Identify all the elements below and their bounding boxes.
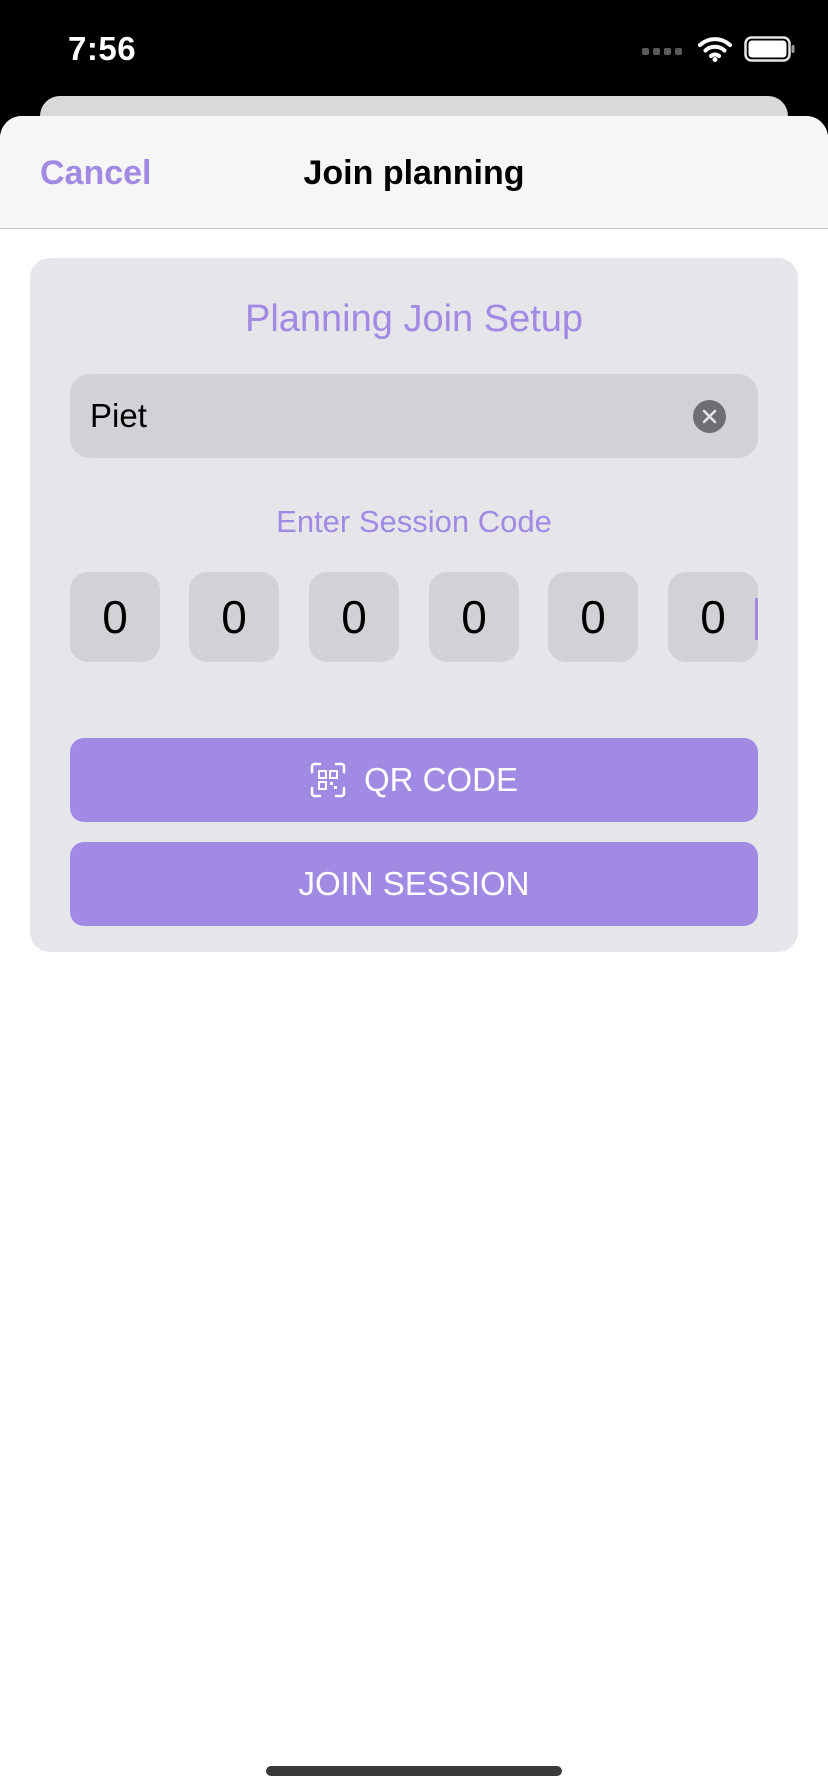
qr-code-button-label: QR CODE — [363, 761, 518, 798]
card-title: Planning Join Setup — [244, 298, 584, 340]
text-cursor — [755, 598, 758, 640]
home-indicator[interactable] — [266, 1766, 562, 1776]
session-code-label: Enter Session Code — [276, 504, 552, 539]
code-digit-1[interactable] — [70, 572, 160, 662]
code-digit-3[interactable] — [309, 572, 399, 662]
name-input[interactable] — [90, 374, 670, 458]
join-planning-sheet: Cancel Join planning Planning Join Setup… — [0, 116, 828, 1792]
cellular-signal-icon — [642, 48, 682, 55]
battery-icon — [744, 36, 796, 67]
join-session-button[interactable]: JOIN SESSION — [70, 842, 758, 926]
join-session-button-label: JOIN SESSION — [298, 865, 530, 902]
status-bar: 7:56 — [0, 0, 828, 96]
name-field — [70, 374, 758, 458]
clear-text-button[interactable] — [693, 400, 726, 433]
code-digit-5[interactable] — [548, 572, 638, 662]
close-icon — [702, 409, 717, 424]
qr-code-button[interactable]: QR CODE — [70, 738, 758, 822]
session-code-input — [70, 572, 758, 662]
code-digit-2[interactable] — [189, 572, 279, 662]
status-time: 7:56 — [68, 30, 137, 67]
wifi-icon — [698, 36, 732, 67]
code-digit-4[interactable] — [429, 572, 519, 662]
status-icons — [642, 36, 796, 67]
code-digit-6[interactable] — [668, 572, 758, 662]
join-setup-card: Planning Join Setup Enter Session Code — [30, 258, 798, 952]
navigation-bar: Cancel Join planning — [0, 116, 828, 229]
page-title: Join planning — [303, 154, 525, 192]
qr-code-scan-icon — [310, 762, 346, 798]
